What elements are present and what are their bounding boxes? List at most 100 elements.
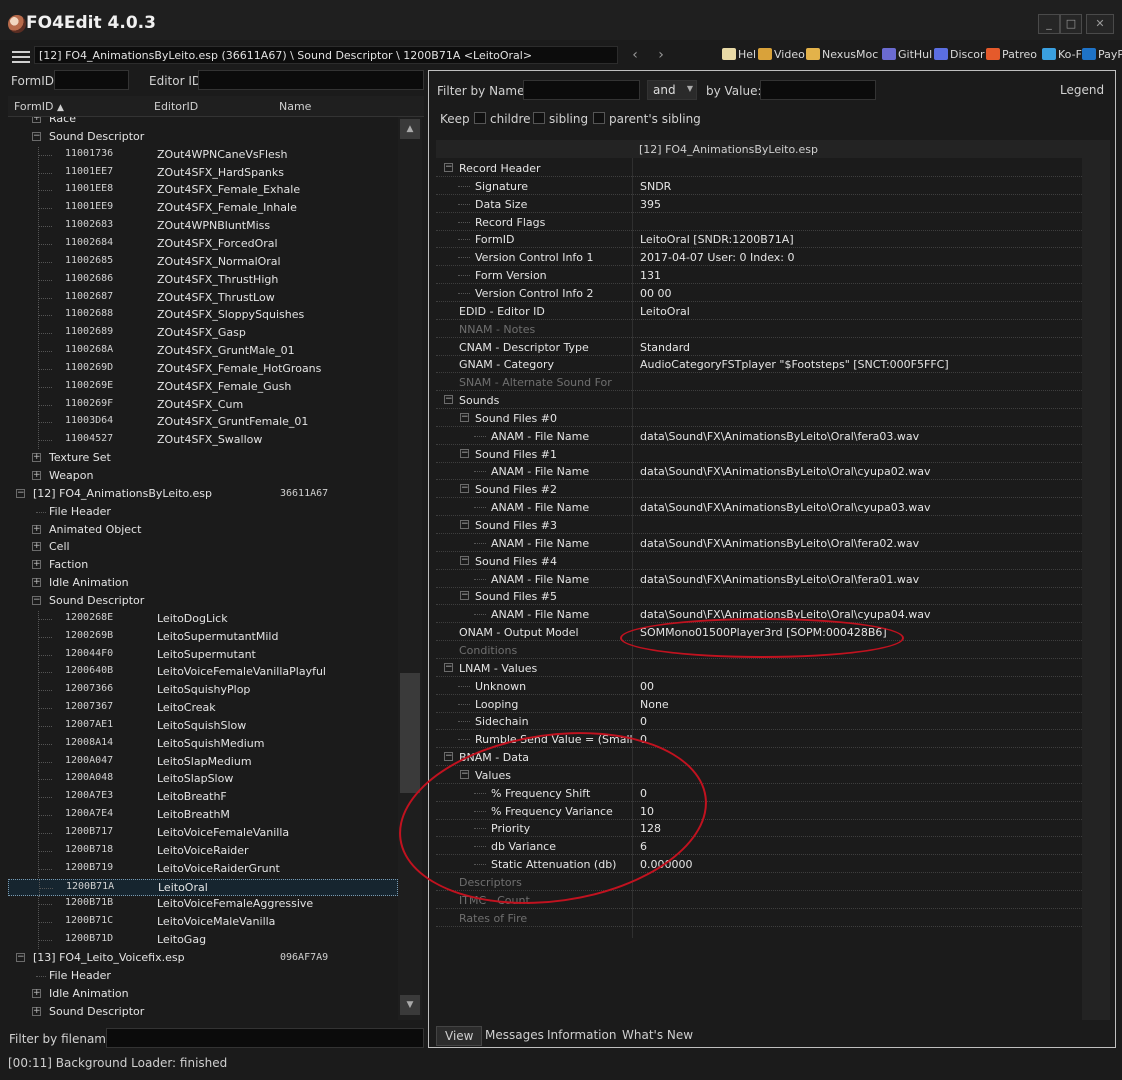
expand-icon[interactable]: + [32, 524, 41, 534]
tree-record-row[interactable]: 11001EE9 ZOut4SFX_Female_Inhale [8, 200, 398, 218]
tree-record-row[interactable]: 12007AE1 LeitoSquishSlow [8, 717, 398, 735]
plugin-column-header[interactable]: [12] FO4_AnimationsByLeito.esp [639, 143, 818, 156]
collapse-icon[interactable]: − [460, 591, 469, 601]
record-field-row[interactable]: FormID LeitoOral [SNDR:1200B71A] [436, 231, 1082, 249]
record-field-row[interactable]: Form Version 131 [436, 267, 1082, 285]
record-field-row[interactable]: Sidechain 0 [436, 713, 1082, 731]
record-field-row[interactable]: CNAM - Descriptor Type Standard [436, 339, 1082, 356]
collapse-icon[interactable]: − [444, 752, 453, 762]
tree-group-row[interactable]: + Idle Animation [8, 575, 398, 592]
collapse-icon[interactable]: − [32, 131, 41, 141]
field-value[interactable]: 2017-04-07 User: 0 Index: 0 [640, 251, 794, 264]
tree-group-row[interactable]: + Faction [8, 557, 398, 574]
record-field-row[interactable]: ANAM - File Name data\Sound\FX\Animations… [436, 428, 1082, 445]
record-field-row[interactable]: − LNAM - Values [436, 660, 1082, 677]
tree-record-row[interactable]: 1200B71A LeitoOral [8, 878, 398, 897]
field-value[interactable]: data\Sound\FX\AnimationsByLeito\Oral\fer… [640, 430, 919, 443]
record-field-row[interactable]: − Sound Files #2 [436, 481, 1082, 499]
menu-icon[interactable] [12, 51, 30, 63]
record-path-field[interactable]: [12] FO4_AnimationsByLeito.esp (36611A67… [34, 46, 618, 64]
record-field-row[interactable]: ANAM - File Name data\Sound\FX\Animations… [436, 535, 1082, 552]
collapse-icon[interactable]: − [16, 488, 25, 498]
editorid-input[interactable] [198, 70, 424, 90]
keep-siblings-checkbox[interactable]: sibling [533, 112, 588, 126]
tree-record-row[interactable]: 1200A048 LeitoSlapSlow [8, 771, 398, 789]
collapse-icon[interactable]: − [460, 412, 469, 422]
record-field-row[interactable]: − Sound Files #1 [436, 446, 1082, 463]
tree-group-row[interactable]: + Sound Descriptor [8, 1004, 398, 1021]
collapse-icon[interactable]: − [460, 520, 469, 529]
collapse-icon[interactable]: − [444, 163, 453, 172]
tree-record-row[interactable]: 1200268E LeitoDogLick [8, 610, 398, 628]
field-value[interactable]: data\Sound\FX\AnimationsByLeito\Oral\fer… [640, 537, 919, 550]
collapse-icon[interactable]: − [444, 662, 453, 672]
record-tree[interactable]: + Race − Sound Descriptor 11001736 ZOut4WPNCa… [8, 117, 398, 1020]
field-value[interactable]: SNDR [640, 180, 671, 193]
tree-group-row[interactable]: + Cell [8, 539, 398, 556]
scroll-up-icon[interactable]: ▲ [400, 119, 420, 139]
collapse-icon[interactable]: − [460, 484, 469, 494]
field-value[interactable]: 00 00 [640, 287, 672, 300]
tree-record-row[interactable]: 1100269D ZOut4SFX_Female_HotGroans [8, 360, 398, 378]
tree-record-row[interactable]: 11002688 ZOut4SFX_SloppySquishes [8, 307, 398, 325]
tree-group-row[interactable]: + Weapon [8, 468, 398, 485]
record-field-row[interactable]: ANAM - File Name data\Sound\FX\Animations… [436, 499, 1082, 517]
nexusmods-link[interactable]: NexusMoc [806, 48, 878, 61]
record-field-row[interactable]: − Sound Files #0 [436, 410, 1082, 427]
tree-group-row[interactable]: − Sound Descriptor [8, 129, 398, 146]
collapse-icon[interactable]: − [460, 555, 469, 565]
tree-group-row[interactable]: File Header [8, 968, 398, 985]
collapse-icon[interactable]: − [444, 395, 453, 405]
field-value[interactable]: AudioCategoryFSTplayer "$Footsteps" [SNC… [640, 358, 949, 371]
record-field-row[interactable]: Unknown 00 [436, 678, 1082, 695]
tree-record-row[interactable]: 1200B71D LeitoGag [8, 932, 398, 950]
tree-record-row[interactable]: 11002683 ZOut4WPNBluntMiss [8, 218, 398, 236]
tree-record-row[interactable]: 11003D64 ZOut4SFX_GruntFemale_01 [8, 414, 398, 432]
tree-record-row[interactable]: 12007366 LeitoSquishyPlop [8, 682, 398, 700]
tree-record-row[interactable]: 12007367 LeitoCreak [8, 700, 398, 718]
tab-view[interactable]: View [436, 1026, 483, 1046]
tree-record-row[interactable]: 1200A7E3 LeitoBreathF [8, 789, 398, 807]
tab-whats-new[interactable]: What's New [622, 1028, 693, 1042]
record-field-row[interactable]: Version Control Info 2 00 00 [436, 285, 1082, 302]
tree-record-row[interactable]: 1200B719 LeitoVoiceRaiderGrunt [8, 860, 398, 878]
record-field-row[interactable]: EDID - Editor ID LeitoOral [436, 303, 1082, 320]
tree-record-row[interactable]: 11001EE8 ZOut4SFX_Female_Exhale [8, 182, 398, 200]
tree-record-row[interactable]: 11002686 ZOut4SFX_ThrustHigh [8, 271, 398, 289]
tree-record-row[interactable]: 1200B71C LeitoVoiceMaleVanilla [8, 914, 398, 932]
tree-record-row[interactable]: 1200B71B LeitoVoiceFemaleAggressive [8, 896, 398, 914]
record-field-row[interactable]: Rates of Fire [436, 910, 1082, 927]
record-field-row[interactable]: − Record Header [436, 160, 1082, 177]
field-value[interactable]: data\Sound\FX\AnimationsByLeito\Oral\fer… [640, 573, 919, 586]
record-field-row[interactable]: Version Control Info 1 2017-04-07 User: 0… [436, 249, 1082, 267]
record-field-row[interactable]: Data Size 395 [436, 196, 1082, 213]
tree-record-row[interactable]: 11002684 ZOut4SFX_ForcedOral [8, 235, 398, 253]
discord-link[interactable]: Discor [934, 48, 985, 61]
keep-parent-siblings-checkbox[interactable]: parent's sibling [593, 112, 701, 126]
minimize-button[interactable]: _ [1038, 14, 1060, 34]
forward-button[interactable]: › [652, 46, 670, 64]
tree-record-row[interactable]: 1200A7E4 LeitoBreathM [8, 807, 398, 825]
tree-scrollbar[interactable]: ▲ ▼ [398, 117, 422, 1020]
expand-icon[interactable]: + [32, 453, 41, 463]
collapse-icon[interactable]: − [460, 448, 469, 458]
tree-record-row[interactable]: 11001736 ZOut4WPNCaneVsFlesh [8, 146, 398, 164]
legend-button[interactable]: Legend [1060, 83, 1104, 97]
maximize-button[interactable]: □ [1060, 14, 1082, 34]
tree-record-row[interactable]: 1200B718 LeitoVoiceRaider [8, 842, 398, 860]
tree-record-row[interactable]: 11004527 ZOut4SFX_Swallow [8, 432, 398, 450]
record-field-row[interactable]: ANAM - File Name data\Sound\FX\Animations… [436, 463, 1082, 481]
tree-group-row[interactable]: + Idle Animation [8, 986, 398, 1003]
paypal-link[interactable]: PayPa [1082, 48, 1122, 61]
filter-name-input[interactable] [523, 80, 640, 100]
field-value[interactable]: data\Sound\FX\AnimationsByLeito\Oral\cyu… [640, 465, 930, 478]
tree-record-row[interactable]: 11001EE7 ZOut4SFX_HardSpanks [8, 164, 398, 182]
expand-icon[interactable]: + [32, 988, 41, 998]
expand-icon[interactable]: + [32, 1006, 41, 1016]
record-field-row[interactable]: − Sound Files #4 [436, 553, 1082, 570]
column-name[interactable]: Name [279, 100, 311, 113]
tree-record-row[interactable]: 1100269F ZOut4SFX_Cum [8, 396, 398, 414]
filter-filename-input[interactable] [106, 1028, 424, 1048]
expand-icon[interactable]: + [32, 542, 41, 552]
field-value[interactable]: 00 [640, 680, 654, 693]
